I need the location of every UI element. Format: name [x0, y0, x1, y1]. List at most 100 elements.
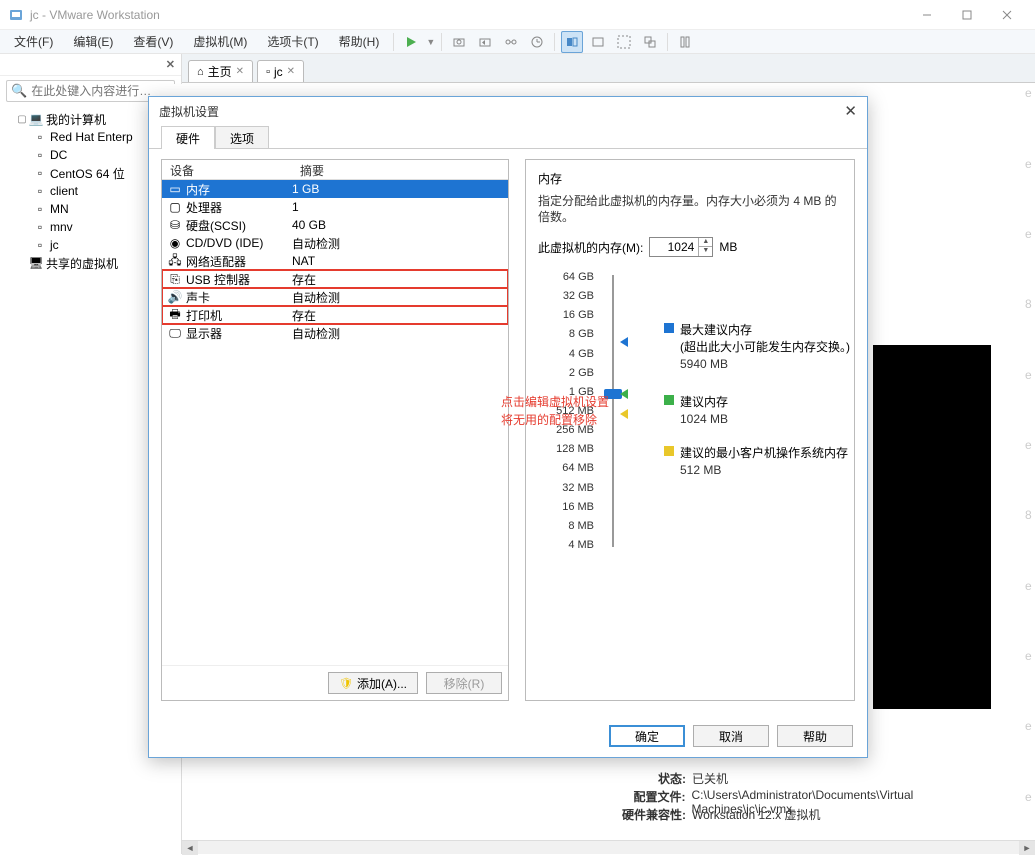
memory-slider[interactable]: 64 GB32 GB16 GB8 GB4 GB2 GB1 GB512 MB256… — [542, 271, 842, 551]
menubar: 文件(F) 编辑(E) 查看(V) 虚拟机(M) 选项卡(T) 帮助(H) ▼ — [0, 30, 1035, 54]
tab-hardware[interactable]: 硬件 — [161, 126, 215, 149]
fullscreen-icon[interactable] — [613, 31, 635, 53]
window-title: jc - VMware Workstation — [30, 8, 907, 22]
legend-value: 5940 MB — [680, 357, 850, 371]
hardware-row-net[interactable]: 🖧网络适配器NAT — [162, 252, 508, 270]
button-label: 添加(A)... — [357, 675, 407, 692]
titlebar: jc - VMware Workstation — [0, 0, 1035, 30]
device-summary: 自动检测 — [292, 289, 508, 306]
legend-note: (超出此大小可能发生内存交换。) — [680, 338, 850, 355]
separator — [393, 33, 394, 51]
ok-button[interactable]: 确定 — [609, 725, 685, 747]
status-value: Workstation 12.x 虚拟机 — [692, 806, 821, 824]
shield-icon: 🛡 — [339, 677, 353, 690]
memory-spinner[interactable]: ▲▼ — [649, 237, 713, 257]
device-summary: 自动检测 — [292, 325, 508, 342]
scale-label: 128 MB — [556, 443, 594, 455]
minimize-button[interactable] — [907, 3, 947, 27]
device-name: USB 控制器 — [184, 271, 292, 288]
tab-close-icon[interactable]: ✕ — [236, 66, 244, 77]
scale-label: 4 GB — [569, 348, 594, 360]
col-summary: 摘要 — [292, 160, 332, 179]
hardware-row-hdd[interactable]: ⛁硬盘(SCSI)40 GB — [162, 216, 508, 234]
menu-view[interactable]: 查看(V) — [125, 31, 181, 52]
unity-icon[interactable] — [639, 31, 661, 53]
snapshot-icon[interactable] — [448, 31, 470, 53]
menu-help[interactable]: 帮助(H) — [331, 31, 388, 52]
tree-label: mnv — [50, 220, 73, 234]
tab-options[interactable]: 选项 — [215, 126, 269, 149]
scale-label: 2 GB — [569, 367, 594, 379]
mem-desc: 指定分配给此虚拟机的内存量。内存大小必须为 4 MB 的倍数。 — [538, 193, 842, 225]
spin-down-icon[interactable]: ▼ — [699, 247, 712, 256]
scale-label: 16 MB — [562, 501, 594, 513]
menu-vm[interactable]: 虚拟机(M) — [185, 31, 255, 52]
separator — [554, 33, 555, 51]
menu-tabs[interactable]: 选项卡(T) — [259, 31, 326, 52]
menu-file[interactable]: 文件(F) — [6, 31, 61, 52]
manage-snapshot-icon[interactable] — [500, 31, 522, 53]
marker-rec — [620, 389, 628, 402]
close-button[interactable] — [987, 3, 1027, 27]
mem-heading: 内存 — [538, 170, 842, 187]
vm-status: 状态:已关机 配置文件:C:\Users\Administrator\Docum… — [612, 770, 1015, 824]
hardware-row-usb[interactable]: ⎘USB 控制器存在 — [162, 270, 508, 288]
help-button[interactable]: 帮助 — [777, 725, 853, 747]
view-thumbnail-icon[interactable] — [561, 31, 583, 53]
device-summary: 40 GB — [292, 218, 508, 232]
tab-close-icon[interactable]: ✕ — [287, 66, 295, 77]
scale-label: 8 MB — [568, 520, 594, 532]
memory-panel: 内存 指定分配给此虚拟机的内存量。内存大小必须为 4 MB 的倍数。 此虚拟机的… — [525, 159, 855, 701]
dialog-titlebar: 虚拟机设置 ✕ — [149, 97, 867, 125]
sidebar-close-icon[interactable]: ✕ — [166, 58, 175, 71]
hardware-row-cd[interactable]: ◉CD/DVD (IDE)自动检测 — [162, 234, 508, 252]
device-summary: 存在 — [292, 271, 508, 288]
scale-label: 16 GB — [563, 309, 594, 321]
legend-value: 1024 MB — [680, 412, 728, 426]
hardware-row-mem[interactable]: ▭内存1 GB — [162, 180, 508, 198]
button-label: 确定 — [635, 728, 659, 745]
revert-icon[interactable] — [474, 31, 496, 53]
hardware-row-prn[interactable]: 🖶打印机存在 — [162, 306, 508, 324]
slider-track[interactable] — [598, 271, 628, 551]
menu-edit[interactable]: 编辑(E) — [65, 31, 121, 52]
scale-label: 256 MB — [556, 424, 594, 436]
maximize-button[interactable] — [947, 3, 987, 27]
scale-label: 1 GB — [569, 386, 594, 398]
hardware-row-snd[interactable]: 🔊声卡自动检测 — [162, 288, 508, 306]
tree-label: CentOS 64 位 — [50, 165, 125, 182]
cancel-button[interactable]: 取消 — [693, 725, 769, 747]
play-icon[interactable] — [400, 31, 422, 53]
tree-label: client — [50, 184, 78, 198]
library-icon[interactable] — [674, 31, 696, 53]
horizontal-scrollbar[interactable]: ◄► — [182, 840, 1035, 854]
device-name: 打印机 — [184, 307, 292, 324]
hardware-list[interactable]: ▭内存1 GB▢处理器1⛁硬盘(SCSI)40 GB◉CD/DVD (IDE)自… — [162, 180, 508, 665]
memory-input-row: 此虚拟机的内存(M): ▲▼ MB — [538, 237, 842, 257]
mem-icon: ▭ — [166, 182, 184, 196]
scale-label: 32 GB — [563, 290, 594, 302]
scale-label: 32 MB — [562, 482, 594, 494]
dialog-close-icon[interactable]: ✕ — [844, 102, 857, 120]
spin-up-icon[interactable]: ▲ — [699, 238, 712, 247]
status-value: 已关机 — [692, 770, 728, 788]
memory-value-input[interactable] — [650, 240, 698, 254]
button-label: 移除(R) — [444, 675, 485, 692]
tab-jc[interactable]: ▫jc✕ — [257, 60, 304, 82]
clock-icon[interactable] — [526, 31, 548, 53]
device-summary: 1 — [292, 200, 508, 214]
tab-home[interactable]: ⌂主页✕ — [188, 60, 253, 82]
view-console-icon[interactable] — [587, 31, 609, 53]
hardware-row-cpu[interactable]: ▢处理器1 — [162, 198, 508, 216]
device-name: CD/DVD (IDE) — [184, 236, 292, 250]
add-button[interactable]: 🛡 添加(A)... — [328, 672, 418, 694]
marker-min — [620, 409, 628, 422]
hardware-row-disp[interactable]: 🖵显示器自动检测 — [162, 324, 508, 342]
legend-value: 512 MB — [680, 463, 848, 477]
remove-button[interactable]: 移除(R) — [426, 672, 502, 694]
play-dropdown-icon[interactable]: ▼ — [426, 37, 435, 47]
device-name: 网络适配器 — [184, 253, 292, 270]
vm-icon: ▫ — [266, 66, 270, 78]
tree-label: DC — [50, 148, 67, 162]
tree-label: MN — [50, 202, 69, 216]
